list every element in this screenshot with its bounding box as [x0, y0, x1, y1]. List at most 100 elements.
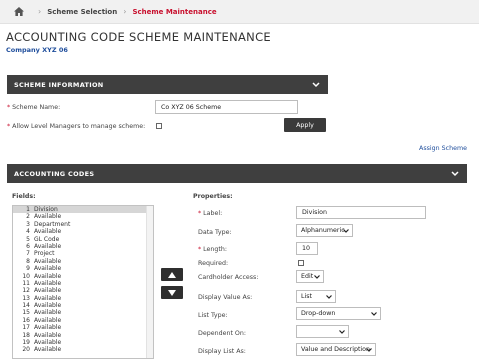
list-item[interactable]: 1 Division: [13, 206, 153, 214]
field-name: Department: [34, 220, 71, 228]
move-up-button[interactable]: [161, 268, 183, 281]
field-name: Available: [34, 265, 62, 273]
field-number: 6: [26, 242, 30, 250]
list-item[interactable]: 7 Project: [13, 250, 153, 257]
dependent-on-select[interactable]: [296, 325, 349, 338]
list-item[interactable]: 3 Department: [13, 221, 153, 228]
field-name: Available: [34, 316, 62, 324]
list-item[interactable]: 6 Available: [13, 243, 153, 250]
chevron-down-icon: [371, 311, 377, 316]
list-item[interactable]: 20 Available: [13, 346, 153, 353]
field-number: 1: [26, 206, 30, 213]
move-down-button[interactable]: [161, 286, 183, 299]
fields-listbox[interactable]: 1 Division 2 Available 3 Department 4 Available…: [12, 205, 154, 359]
chevron-down-icon[interactable]: [312, 81, 320, 88]
home-icon[interactable]: [14, 7, 24, 16]
field-number: 16: [22, 316, 30, 324]
chevron-right-icon: ›: [38, 7, 42, 16]
field-name: Available: [34, 279, 62, 287]
required-marker: *: [7, 122, 11, 130]
field-name: Available: [34, 294, 62, 302]
field-name: Available: [34, 331, 62, 339]
field-number: 17: [22, 324, 30, 332]
field-name: Available: [34, 339, 62, 347]
field-name: Available: [34, 242, 62, 250]
label-input[interactable]: Division: [296, 206, 426, 219]
list-type-label: List Type:: [198, 312, 228, 319]
chevron-down-icon: [326, 294, 332, 299]
field-name: Available: [34, 324, 62, 332]
scheme-information-header[interactable]: SCHEME INFORMATION: [7, 75, 328, 94]
scheme-name-input[interactable]: Co XYZ 06 Scheme: [155, 100, 298, 114]
field-number: 7: [26, 250, 30, 258]
chevron-down-icon: [314, 274, 320, 279]
field-name: Available: [34, 287, 62, 295]
list-item[interactable]: 15 Available: [13, 309, 153, 316]
breadcrumb-scheme-maintenance: Scheme Maintenance: [132, 7, 217, 16]
field-number: 2: [26, 213, 30, 221]
fields-list: 1 Division 2 Available 3 Department 4 Available…: [13, 206, 153, 354]
list-item[interactable]: 18 Available: [13, 332, 153, 339]
label-prop-label: * Label:: [198, 210, 223, 217]
properties-label: Properties:: [193, 193, 233, 200]
page-title: ACCOUNTING CODE SCHEME MAINTENANCE: [6, 30, 271, 44]
allow-managers-row: * Allow Level Managers to manage scheme:: [7, 117, 145, 135]
field-number: 14: [22, 302, 30, 310]
list-item[interactable]: 5 GL Code: [13, 236, 153, 243]
list-item[interactable]: 19 Available: [13, 339, 153, 346]
field-number: 12: [22, 287, 30, 295]
required-checkbox[interactable]: [298, 260, 304, 266]
data-type-select[interactable]: Alphanumeric: [296, 224, 353, 237]
chevron-down-icon[interactable]: [451, 170, 459, 177]
scheme-name-row: * Scheme Name:: [7, 98, 60, 116]
apply-button[interactable]: Apply: [284, 118, 326, 132]
assign-scheme-link[interactable]: Assign Scheme: [419, 145, 467, 152]
display-list-as-select[interactable]: Value and Description: [296, 343, 376, 356]
list-type-select[interactable]: Drop-down: [296, 307, 381, 320]
field-name: Available: [34, 228, 62, 236]
arrow-up-icon: [168, 271, 176, 278]
list-item[interactable]: 2 Available: [13, 213, 153, 220]
field-name: Available: [34, 257, 62, 265]
scheme-information-title: SCHEME INFORMATION: [14, 80, 104, 89]
display-list-as-label: Display List As:: [198, 348, 246, 355]
display-value-as-select[interactable]: List: [296, 290, 336, 303]
data-type-label: Data Type:: [198, 229, 232, 236]
list-item[interactable]: 8 Available: [13, 258, 153, 265]
allow-managers-label: Allow Level Managers to manage scheme:: [12, 122, 146, 130]
list-item[interactable]: 9 Available: [13, 265, 153, 272]
accounting-codes-header[interactable]: ACCOUNTING CODES: [7, 164, 467, 183]
list-item[interactable]: 16 Available: [13, 317, 153, 324]
field-name: Available: [34, 346, 62, 354]
length-input[interactable]: 10: [296, 242, 318, 255]
field-name: Project: [34, 250, 55, 258]
field-name: Available: [34, 309, 62, 317]
length-prop-label: * Length:: [198, 246, 227, 253]
field-number: 3: [26, 220, 30, 228]
chevron-down-icon: [343, 228, 349, 233]
field-number: 15: [22, 309, 30, 317]
field-name: Available: [34, 302, 62, 310]
required-marker: *: [7, 103, 11, 111]
required-label: Required:: [198, 260, 229, 267]
allow-managers-checkbox[interactable]: [156, 123, 162, 129]
list-item[interactable]: 12 Available: [13, 287, 153, 294]
scrollbar[interactable]: [146, 206, 153, 358]
list-item[interactable]: 10 Available: [13, 273, 153, 280]
company-name: Company XYZ 06: [6, 46, 68, 54]
fields-label: Fields:: [12, 193, 36, 200]
list-item[interactable]: 11 Available: [13, 280, 153, 287]
field-name: Available: [34, 213, 62, 221]
list-item[interactable]: 14 Available: [13, 302, 153, 309]
list-item[interactable]: 17 Available: [13, 324, 153, 331]
chevron-right-icon: ›: [123, 7, 127, 16]
list-item[interactable]: 4 Available: [13, 228, 153, 235]
field-number: 8: [26, 257, 30, 265]
breadcrumb-scheme-selection[interactable]: Scheme Selection: [47, 8, 117, 16]
scheme-name-label: Scheme Name:: [12, 103, 61, 111]
list-item[interactable]: 13 Available: [13, 295, 153, 302]
cardholder-access-select[interactable]: Edit: [296, 270, 324, 283]
arrow-down-icon: [168, 289, 176, 296]
field-number: 18: [22, 331, 30, 339]
field-number: 11: [22, 279, 30, 287]
